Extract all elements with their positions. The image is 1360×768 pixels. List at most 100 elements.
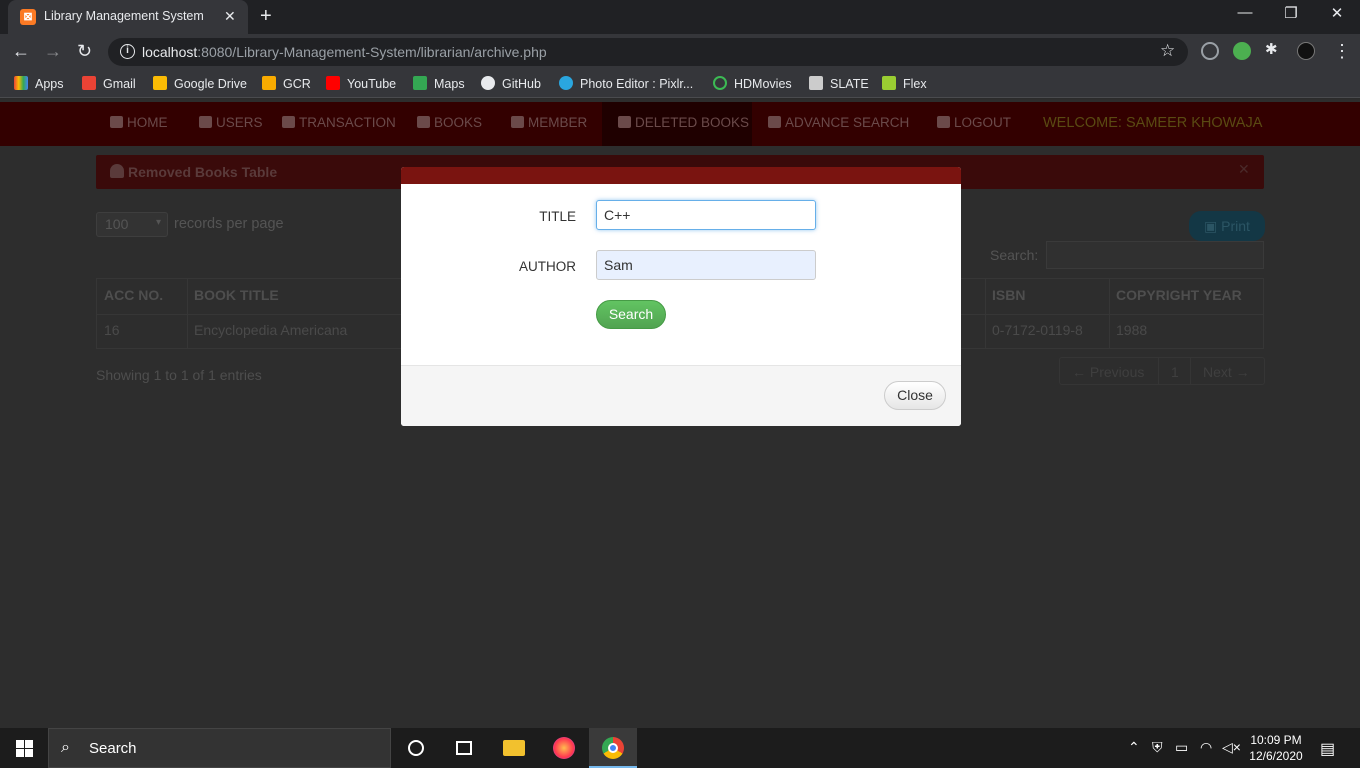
logout-icon <box>937 116 950 128</box>
taskbar-clock[interactable]: 10:09 PM 12/6/2020 <box>1244 732 1308 764</box>
group-icon <box>511 116 524 128</box>
pager-page-1[interactable]: 1 <box>1171 364 1179 380</box>
table-search-input[interactable] <box>1046 241 1264 269</box>
welcome-text: WELCOME: SAMEER KHOWAJA <box>1043 115 1263 131</box>
cell-book-title: Encyclopedia Americana <box>194 322 348 338</box>
browser-tab[interactable]: ⊠ Library Management System ✕ <box>8 0 248 34</box>
tray-chevron-icon[interactable]: ⌃ <box>1128 739 1140 756</box>
wifi-icon[interactable]: ◠ <box>1200 739 1212 756</box>
notifications-icon[interactable]: ▤ <box>1320 739 1335 759</box>
user-icon <box>110 164 124 178</box>
author-input[interactable] <box>596 250 816 280</box>
archive-icon <box>618 116 631 128</box>
extensions-puzzle-icon[interactable]: ✱ <box>1265 40 1283 58</box>
apps-grid-icon <box>14 76 28 90</box>
col-header-acc-no[interactable]: ACC NO. <box>96 278 171 314</box>
nav-books[interactable]: BOOKS <box>417 115 482 130</box>
forward-icon[interactable]: → <box>44 41 62 62</box>
col-header-isbn[interactable]: ISBN <box>984 278 1033 314</box>
nav-member[interactable]: MEMBER <box>511 115 587 130</box>
nav-logout[interactable]: LOGOUT <box>937 115 1011 130</box>
start-button[interactable] <box>0 728 48 768</box>
page-content: HOME USERS TRANSACTION BOOKS MEMBER DELE… <box>0 99 1360 728</box>
pager-next[interactable]: Next → <box>1203 364 1250 380</box>
chrome-icon[interactable] <box>589 728 637 768</box>
bookmark-apps[interactable]: Apps <box>14 76 64 91</box>
tab-close-icon[interactable]: ✕ <box>224 8 236 25</box>
file-explorer-icon[interactable] <box>489 728 537 768</box>
reload-icon[interactable]: ↻ <box>77 41 92 62</box>
cortana-icon[interactable] <box>392 728 440 768</box>
browser-toolbar: ← → ↻ i localhost:8080/Library-Managemen… <box>0 34 1360 70</box>
pagination: ← Previous 1 Next → <box>1059 357 1265 385</box>
table-search-label: Search: <box>990 247 1039 263</box>
home-icon <box>110 116 123 128</box>
bookmark-youtube[interactable]: YouTube <box>326 76 396 91</box>
bookmark-hdmovies[interactable]: HDMovies <box>713 76 792 91</box>
restore-icon[interactable]: ❐ <box>1268 4 1314 22</box>
new-tab-icon[interactable]: + <box>260 5 272 28</box>
minimize-icon[interactable]: — <box>1222 4 1268 21</box>
nav-users[interactable]: USERS <box>199 115 263 130</box>
print-icon: ▣ <box>1204 218 1222 234</box>
nav-advance-search[interactable]: ADVANCE SEARCH <box>768 115 909 130</box>
cell-acc-no: 16 <box>104 322 120 338</box>
extension-color-icon[interactable] <box>1233 42 1251 60</box>
panel-title: Removed Books Table <box>128 164 278 180</box>
profile-avatar[interactable] <box>1297 42 1315 60</box>
cell-copyright-year: 1988 <box>1116 322 1148 338</box>
print-button[interactable]: ▣ Print <box>1189 211 1265 241</box>
nav-home[interactable]: HOME <box>110 115 168 130</box>
taskbar-search-placeholder: Search <box>89 740 137 757</box>
xampp-favicon-icon: ⊠ <box>20 9 36 25</box>
browser-tab-strip: ⊠ Library Management System ✕ + — ❐ ✕ <box>0 0 1360 34</box>
info-icon[interactable]: i <box>120 44 135 59</box>
menu-dots-icon[interactable]: ⋮ <box>1333 41 1351 62</box>
col-header-copyright-year[interactable]: COPYRIGHT YEAR <box>1108 278 1250 314</box>
address-bar[interactable]: i localhost:8080/Library-Management-Syst… <box>108 38 1188 66</box>
title-input[interactable] <box>596 200 816 230</box>
advance-search-modal: TITLE AUTHOR Search Close <box>401 167 961 426</box>
task-view-icon[interactable] <box>440 728 488 768</box>
entries-info: Showing 1 to 1 of 1 entries <box>96 367 262 383</box>
firefox-icon[interactable] <box>539 728 587 768</box>
security-shield-icon[interactable]: ⛨ <box>1152 739 1163 756</box>
bookmark-slate[interactable]: SLATE <box>809 76 869 91</box>
modal-header <box>401 167 961 184</box>
bookmark-gcr[interactable]: GCR <box>262 76 311 91</box>
nav-deleted-books[interactable]: DELETED BOOKS <box>618 115 749 130</box>
volume-muted-icon[interactable]: ◁× <box>1222 739 1241 756</box>
bookmark-flex[interactable]: Flex <box>882 76 927 91</box>
bookmark-star-icon[interactable]: ☆ <box>1160 41 1175 61</box>
col-header-book-title[interactable]: BOOK TITLE <box>186 278 287 314</box>
bookmark-github[interactable]: GitHub <box>481 76 541 91</box>
bookmark-google-drive[interactable]: Google Drive <box>153 76 247 91</box>
book-icon <box>417 116 430 128</box>
drive-icon <box>153 76 167 90</box>
bookmark-maps[interactable]: Maps <box>413 76 465 91</box>
flex-icon <box>882 76 896 90</box>
bookmark-gmail[interactable]: Gmail <box>82 76 136 91</box>
gmail-icon <box>82 76 96 90</box>
taskbar-search-box[interactable]: ⌕ Search <box>48 728 391 768</box>
youtube-icon <box>326 76 340 90</box>
nav-transaction[interactable]: TRANSACTION <box>282 115 396 130</box>
pager-previous[interactable]: ← Previous <box>1072 364 1144 380</box>
battery-icon[interactable]: ▭ <box>1175 739 1188 756</box>
close-button[interactable]: Close <box>884 381 946 410</box>
back-icon[interactable]: ← <box>12 41 30 62</box>
url-text[interactable]: localhost:8080/Library-Management-System… <box>142 44 547 60</box>
extension-circle-icon[interactable] <box>1201 42 1219 60</box>
author-label: AUTHOR <box>519 259 576 274</box>
records-per-page-select[interactable]: 100 ▾ <box>96 212 168 237</box>
classroom-icon <box>262 76 276 90</box>
bookmark-pixlr[interactable]: Photo Editor : Pixlr... <box>559 76 693 91</box>
title-label: TITLE <box>539 209 576 224</box>
modal-footer: Close <box>401 365 961 426</box>
github-icon <box>481 76 495 90</box>
window-close-icon[interactable]: ✕ <box>1314 4 1360 22</box>
cell-isbn: 0-7172-0119-8 <box>992 322 1083 338</box>
search-button[interactable]: Search <box>596 300 666 329</box>
panel-close-icon[interactable]: ✕ <box>1238 161 1250 178</box>
records-per-page-label: records per page <box>174 216 284 232</box>
